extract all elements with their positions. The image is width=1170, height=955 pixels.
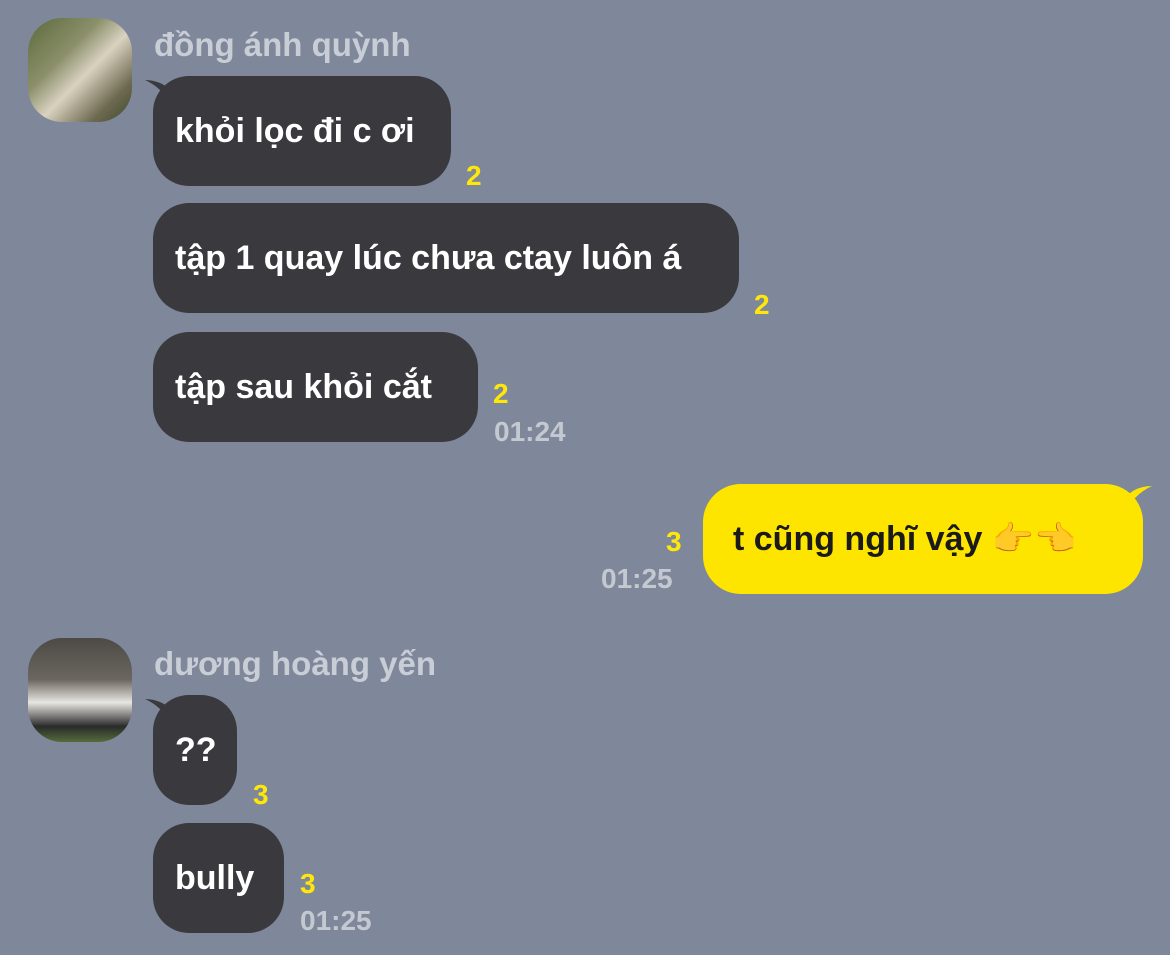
- message-text: tập 1 quay lúc chưa ctay luôn á: [175, 238, 682, 277]
- sender-name: đồng ánh quỳnh: [154, 26, 411, 63]
- message-bubble[interactable]: bully: [153, 823, 284, 933]
- message-bubble[interactable]: tập sau khỏi cắt: [153, 332, 478, 442]
- message-bubble[interactable]: tập 1 quay lúc chưa ctay luôn á: [153, 203, 739, 313]
- avatar-duong-hoang-yen[interactable]: [28, 638, 132, 742]
- avatar-dong-anh-quynh[interactable]: [28, 18, 132, 122]
- message-time: 01:25: [300, 905, 372, 936]
- message-text: bully: [175, 858, 255, 897]
- message-time: 01:24: [494, 416, 566, 447]
- unread-count: 2: [466, 160, 482, 191]
- unread-count: 2: [754, 289, 770, 320]
- unread-count: 3: [666, 526, 682, 557]
- message-text: ??: [175, 730, 217, 769]
- message-text: tập sau khỏi cắt: [175, 367, 432, 406]
- message-bubble[interactable]: khỏi lọc đi c ơi: [153, 76, 451, 186]
- unread-count: 3: [300, 868, 316, 899]
- message-text: t cũng nghĩ vậy 👉👈: [733, 520, 1077, 558]
- message-time: 01:25: [601, 563, 673, 594]
- unread-count: 2: [493, 378, 509, 409]
- unread-count: 3: [253, 779, 269, 810]
- sender-name: dương hoàng yến: [154, 645, 437, 682]
- message-text: khỏi lọc đi c ơi: [175, 111, 415, 150]
- message-bubble[interactable]: ??: [153, 695, 237, 805]
- outgoing-message-bubble[interactable]: t cũng nghĩ vậy 👉👈: [703, 484, 1143, 594]
